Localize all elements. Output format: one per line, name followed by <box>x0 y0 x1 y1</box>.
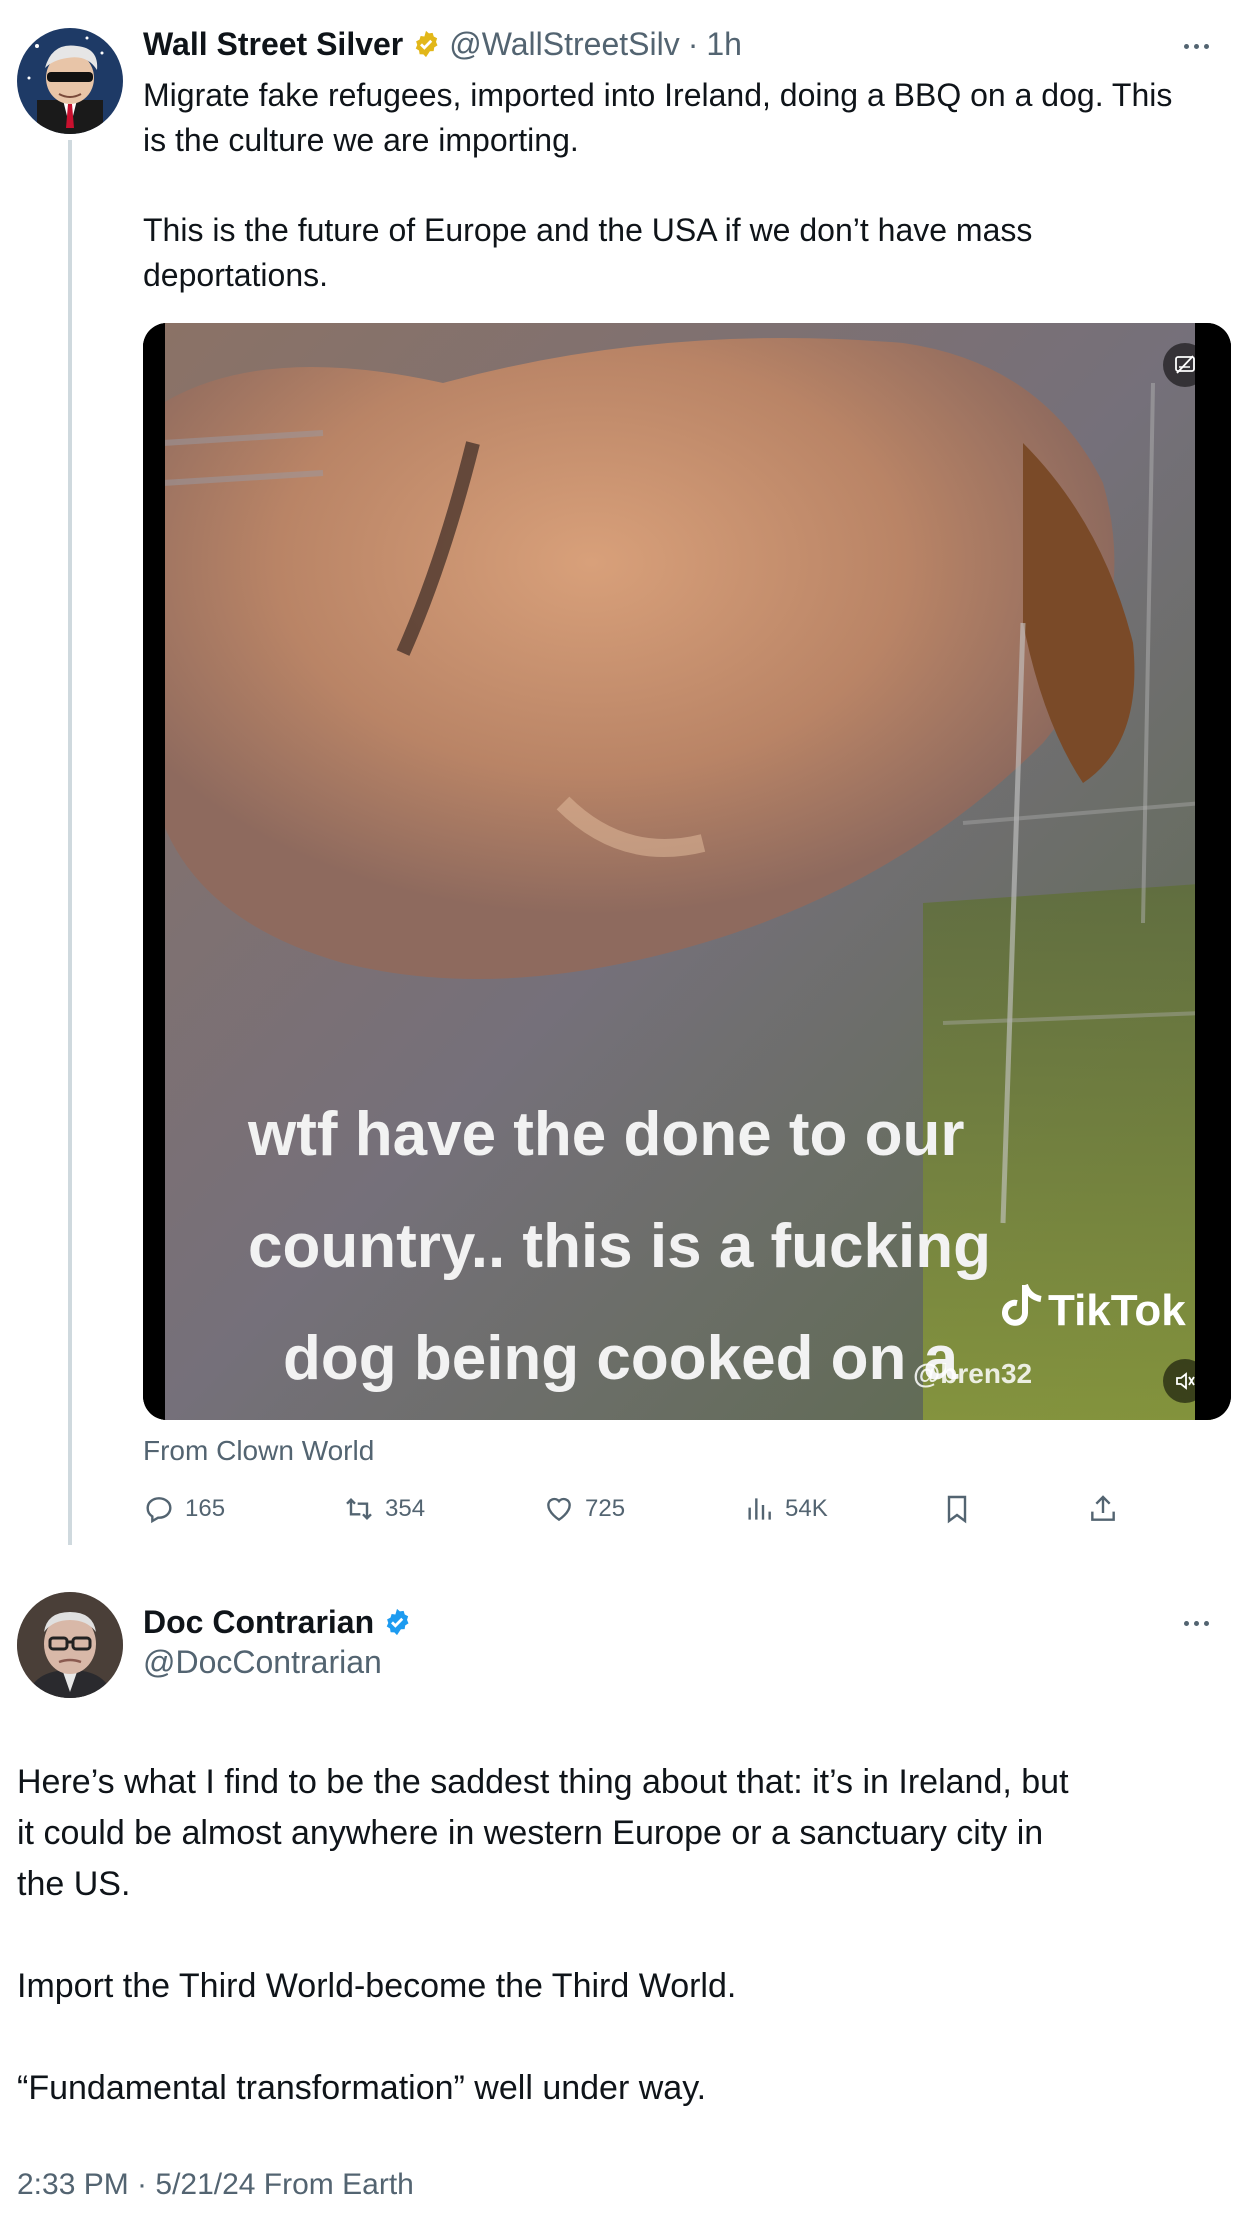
reply-icon <box>146 1497 172 1524</box>
sensitive-content-icon[interactable] <box>1163 343 1207 387</box>
action-bar: 165 354 725 54K <box>143 1493 1143 1533</box>
verified-badge-icon <box>382 1607 412 1637</box>
post-text-line: deportations. <box>143 257 329 293</box>
tiktok-watermark-brand: TikTok <box>1048 1286 1186 1335</box>
video-caption-line: wtf have the done to our <box>247 1100 964 1169</box>
post-text-line: is the culture we are importing. <box>143 122 579 158</box>
thread-connector-line <box>68 140 72 1545</box>
reply-author-handle[interactable]: @DocContrarian <box>143 1644 382 1681</box>
post-source[interactable]: From Clown World <box>143 1435 374 1467</box>
reply-count: 165 <box>185 1495 226 1522</box>
views-button[interactable]: 54K <box>743 1493 828 1525</box>
bookmark-icon <box>947 1495 967 1524</box>
like-count: 725 <box>585 1495 626 1522</box>
post-text-line: This is the future of Europe and the USA… <box>143 212 1033 248</box>
bookmark-button[interactable] <box>941 1493 973 1525</box>
avatar-doc-contrarian[interactable] <box>17 1592 123 1698</box>
reply-text-line: Here’s what I find to be the saddest thi… <box>17 1763 1069 1801</box>
repost-count: 354 <box>385 1495 426 1522</box>
reply-text-line: it could be almost anywhere in western E… <box>17 1814 1044 1852</box>
reply-text-line: the US. <box>17 1865 131 1903</box>
post-header: Wall Street Silver @WallStreetSilv · 1h <box>143 24 742 64</box>
share-button[interactable] <box>1087 1493 1119 1525</box>
reply-button[interactable]: 165 <box>143 1493 225 1525</box>
reply-timestamp[interactable]: 2:33 PM · 5/21/24 From Earth <box>17 2168 414 2202</box>
reply-text: Here’s what I find to be the saddest thi… <box>17 1757 1232 2114</box>
tiktok-watermark-user: @bren32 <box>913 1358 1032 1389</box>
video-caption-line: country.. this is a fucking <box>248 1212 991 1281</box>
post-text-line: Migrate fake refugees, imported into Ire… <box>143 77 1173 113</box>
reply-text-line: Import the Third World-become the Third … <box>17 1967 737 2005</box>
author-handle[interactable]: @WallStreetSilv <box>449 26 679 63</box>
post-video[interactable]: wtf have the done to our country.. this … <box>143 323 1231 1420</box>
repost-icon <box>346 1497 372 1521</box>
author-name[interactable]: Wall Street Silver <box>143 26 403 63</box>
volume-icon[interactable] <box>1163 1359 1207 1403</box>
video-caption-line: dog being cooked on a <box>283 1324 959 1393</box>
reply-author-name[interactable]: Doc Contrarian <box>143 1604 374 1641</box>
like-icon <box>547 1497 571 1522</box>
repost-button[interactable]: 354 <box>343 1493 425 1525</box>
post-text: Migrate fake refugees, imported into Ire… <box>143 73 1233 298</box>
post-time[interactable]: 1h <box>706 26 742 63</box>
like-button[interactable]: 725 <box>543 1493 625 1525</box>
verified-badge-icon <box>411 29 441 59</box>
dot-separator: · <box>687 25 699 62</box>
share-icon <box>1091 1495 1115 1521</box>
avatar-wall-street-silver[interactable] <box>17 28 123 134</box>
views-icon <box>748 1498 771 1520</box>
more-icon[interactable] <box>1184 1621 1209 1626</box>
reply-text-line: “Fundamental transformation” well under … <box>17 2069 707 2107</box>
more-icon[interactable] <box>1184 44 1209 49</box>
reply-header: Doc Contrarian <box>143 1602 412 1642</box>
views-count: 54K <box>785 1495 828 1522</box>
